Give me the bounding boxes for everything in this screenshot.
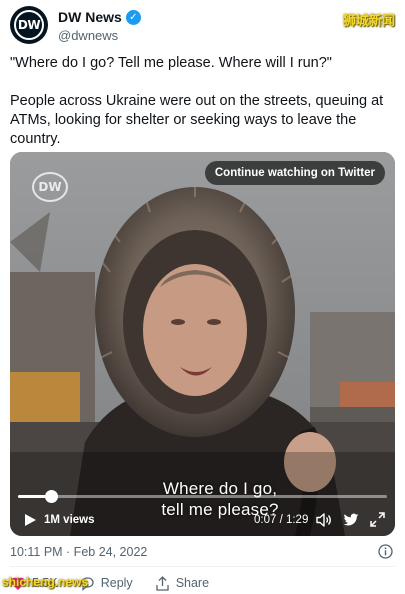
tweet-quote: "Where do I go? Tell me please. Where wi… [10,55,332,71]
tweet-body: People across Ukraine were out on the st… [10,93,384,147]
reply-label: Reply [100,576,133,590]
avatar[interactable]: DW [10,6,48,44]
video-player[interactable]: DW Continue watching on Twitter Where do… [10,152,395,536]
twitter-icon[interactable] [343,512,359,528]
tweet-header: DW DW News ✓ @dwnews 狮城新闻 [10,6,395,46]
share-label: Share [175,576,210,590]
watermark-bottom: shicheng.news [2,575,89,589]
divider [10,566,395,567]
channel-logo: DW [32,172,68,202]
info-icon[interactable] [378,544,393,559]
playback-time: 0:07 / 1:29 [254,514,309,526]
volume-icon[interactable] [316,512,332,528]
progress-bar[interactable] [18,490,387,503]
tweet-timestamp[interactable]: 10:11 PM · Feb 24, 2022 [10,545,147,559]
play-icon[interactable] [23,513,37,527]
share-button[interactable]: Share [155,575,210,591]
watermark-top: 狮城新闻 [342,13,395,28]
verified-icon: ✓ [125,9,141,25]
view-count: 1M views [44,514,95,526]
share-icon [156,575,169,591]
fullscreen-icon[interactable] [370,512,385,527]
continue-watching-button[interactable]: Continue watching on Twitter [204,161,385,185]
display-name[interactable]: DW News [58,9,122,25]
user-handle[interactable]: @dwnews [58,28,118,43]
dw-logo: DW [14,10,44,40]
name-row: DW News ✓ [58,9,141,25]
